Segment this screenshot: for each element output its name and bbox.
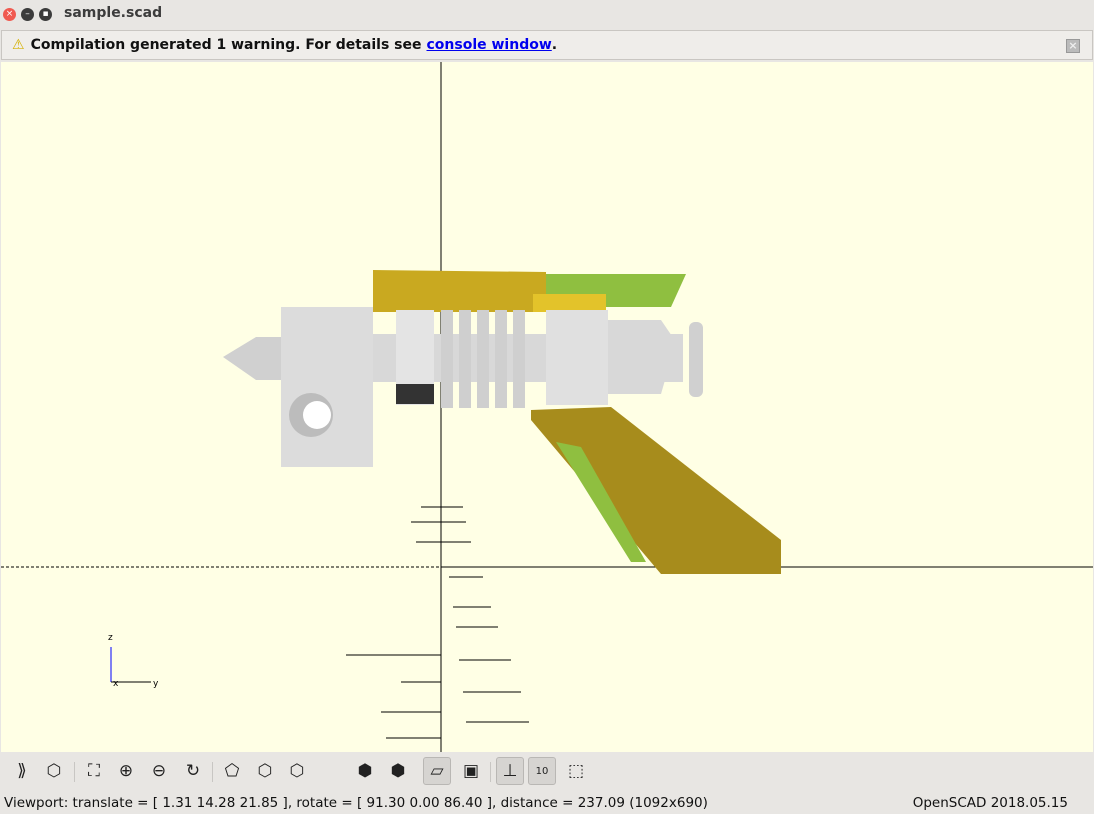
cube-left-icon: ⬢ (357, 761, 373, 781)
window-title: sample.scad (64, 5, 163, 21)
warning-icon: ⚠ (12, 37, 25, 53)
view-front-button[interactable]: ⬢ (384, 757, 412, 785)
edges-icon: ⬚ (567, 761, 585, 781)
show-edges-button[interactable]: ⬚ (562, 757, 590, 785)
cube-top-icon: ⬡ (257, 761, 273, 781)
zoom-in-button[interactable]: ⊕ (112, 757, 140, 785)
view-toolbar: ⟫ ⬡ ⛶ ⊕ ⊖ ↻ ⬠ ⬡ ⬡ ⬢ ⬢ ▱ ▣ ⊥ 10 ⬚ (0, 752, 1094, 790)
reset-view-icon: ↻ (185, 761, 201, 781)
console-window-link[interactable]: console window (427, 37, 552, 53)
maximize-window-button[interactable]: ▪ (39, 8, 52, 21)
view-right-button[interactable]: ⬠ (218, 757, 246, 785)
zoom-out-button[interactable]: ⊖ (145, 757, 173, 785)
close-window-button[interactable]: × (3, 8, 16, 21)
zoom-in-icon: ⊕ (118, 761, 134, 781)
version-label: OpenSCAD 2018.05.15 (912, 795, 1068, 811)
show-axes-button[interactable]: ⊥ (496, 757, 524, 785)
orthogonal-icon: ▣ (462, 761, 480, 781)
axis-label-y: y (153, 679, 159, 689)
close-warning-button[interactable]: × (1066, 39, 1080, 53)
cube-right-icon: ⬠ (224, 761, 240, 781)
axis-label-x: x (113, 679, 119, 689)
axis-label-z: z (108, 633, 113, 643)
view-all-button[interactable]: ⛶ (80, 757, 108, 785)
show-scale-markers-button[interactable]: 10 (528, 757, 556, 785)
cube-front-icon: ⬢ (390, 761, 406, 781)
title-bar: × – ▪ sample.scad (0, 0, 1094, 29)
model-render: z x y (1, 62, 1093, 752)
perspective-button[interactable]: ▱ (423, 757, 451, 785)
warning-suffix: . (551, 37, 558, 53)
minimize-window-button[interactable]: – (21, 8, 34, 21)
view-left-button[interactable]: ⬢ (351, 757, 379, 785)
status-bar: Viewport: translate = [ 1.31 14.28 21.85… (0, 792, 1094, 814)
scale-markers-icon: 10 (535, 765, 549, 777)
warning-bar: ⚠ Compilation generated 1 warning. For d… (1, 30, 1093, 60)
perspective-icon: ▱ (430, 761, 444, 781)
orthogonal-button[interactable]: ▣ (457, 757, 485, 785)
scale-markers (346, 506, 529, 739)
warning-text: Compilation generated 1 warning. For det… (30, 37, 422, 53)
reset-view-button[interactable]: ↻ (179, 757, 207, 785)
3d-viewport[interactable]: z x y (1, 62, 1093, 752)
axes-icon: ⊥ (502, 761, 518, 781)
preview-button[interactable]: ⟫ (8, 757, 36, 785)
view-bottom-button[interactable]: ⬡ (283, 757, 311, 785)
zoom-out-icon: ⊖ (151, 761, 167, 781)
render-button[interactable]: ⬡ (40, 757, 68, 785)
axes-indicator: z x y (108, 633, 159, 689)
view-all-icon: ⛶ (88, 761, 100, 781)
extruder-model (223, 270, 781, 574)
cube-bottom-icon: ⬡ (289, 761, 305, 781)
viewport-info: Viewport: translate = [ 1.31 14.28 21.85… (4, 795, 708, 811)
view-top-button[interactable]: ⬡ (251, 757, 279, 785)
preview-icon: ⟫ (17, 761, 27, 781)
render-icon: ⬡ (46, 761, 62, 781)
